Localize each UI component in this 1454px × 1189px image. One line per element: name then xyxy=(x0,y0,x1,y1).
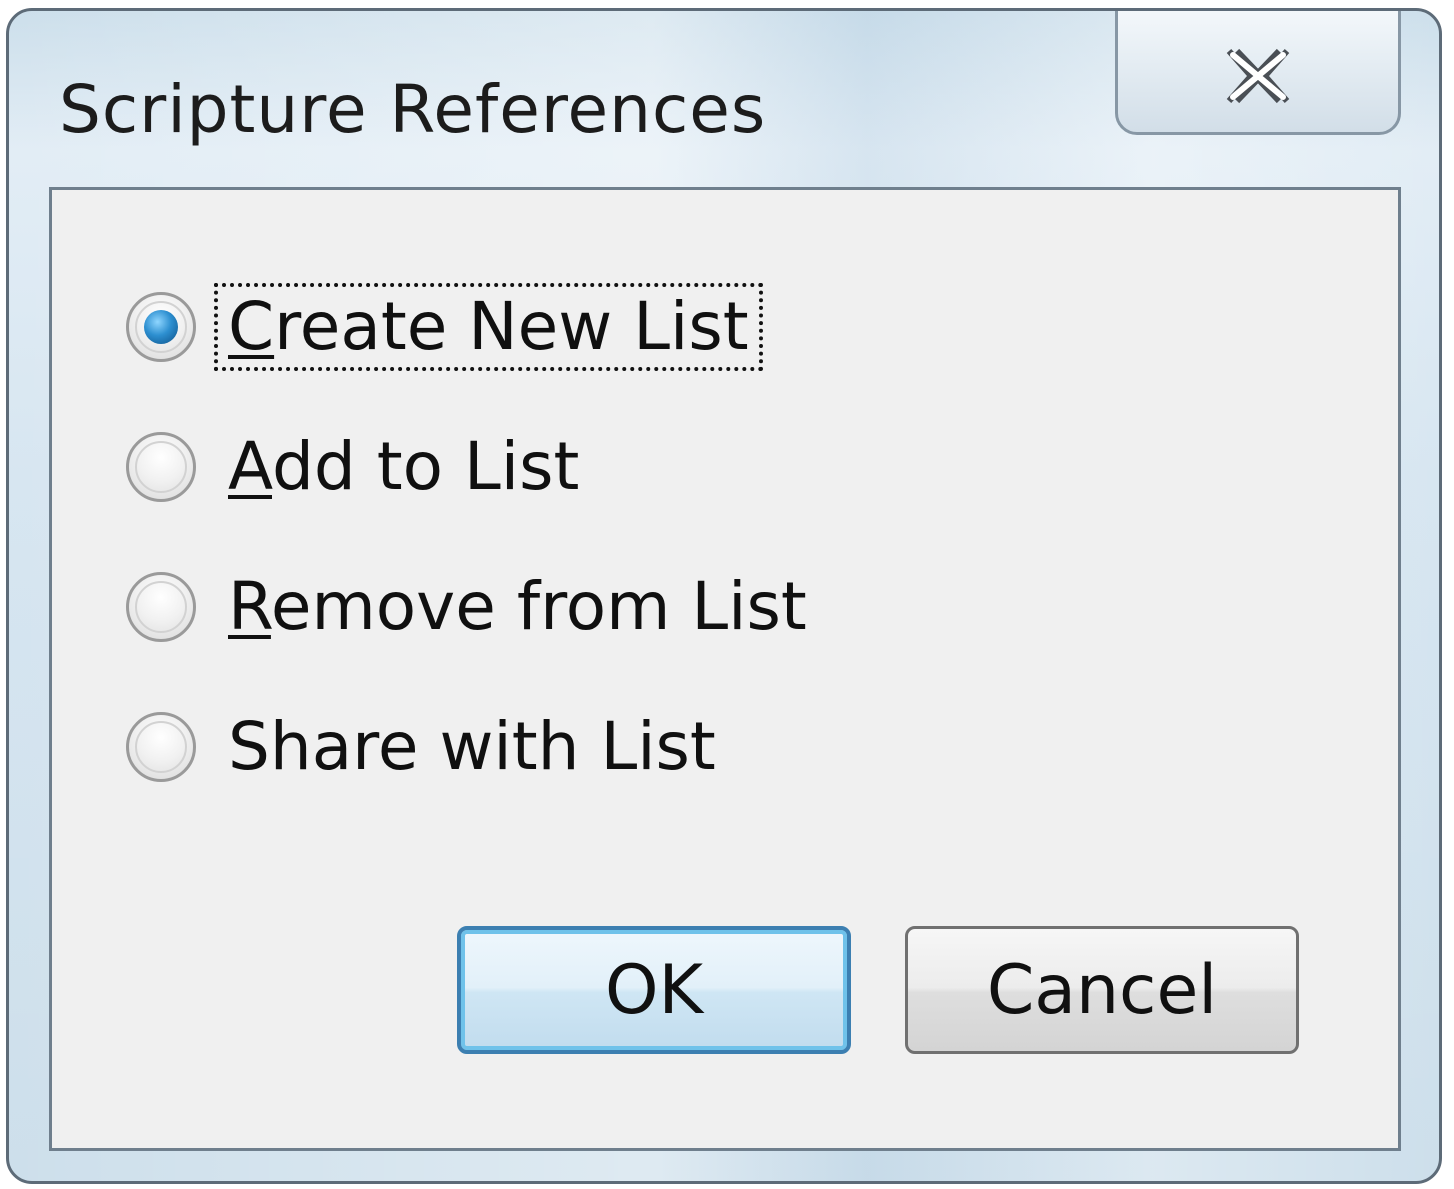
window-title: Scripture References xyxy=(59,71,767,148)
option-add-to-list[interactable]: Add to List xyxy=(126,417,597,517)
option-label[interactable]: Create New List xyxy=(214,282,763,372)
cancel-button[interactable]: Cancel xyxy=(905,926,1299,1054)
close-button[interactable] xyxy=(1115,11,1401,135)
close-icon xyxy=(1221,45,1295,107)
radio-selected-icon[interactable] xyxy=(126,292,196,362)
option-label[interactable]: Add to List xyxy=(218,427,589,508)
option-create-new-list[interactable]: Create New List xyxy=(126,277,767,377)
dialog-client-area: Create New List Add to List Remove from … xyxy=(49,187,1401,1151)
option-label[interactable]: Remove from List xyxy=(218,567,817,648)
radio-unselected-icon[interactable] xyxy=(126,432,196,502)
option-share-with-list[interactable]: Share with List xyxy=(126,697,734,797)
option-remove-from-list[interactable]: Remove from List xyxy=(126,557,825,657)
radio-unselected-icon[interactable] xyxy=(126,712,196,782)
ok-button[interactable]: OK xyxy=(457,926,851,1054)
dialog-window: Scripture References Create New List Add… xyxy=(6,8,1442,1184)
radio-unselected-icon[interactable] xyxy=(126,572,196,642)
option-label[interactable]: Share with List xyxy=(218,707,726,788)
